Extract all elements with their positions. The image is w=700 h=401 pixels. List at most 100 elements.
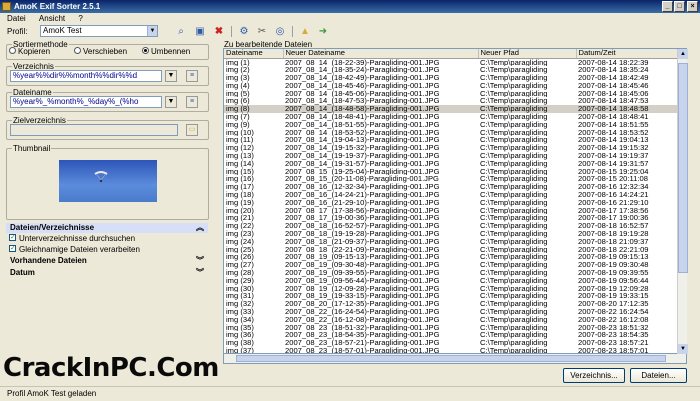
table-row[interactable]: img (29) 2007_08_19_(09-56-44)-Paraglidin…: [224, 277, 679, 285]
filename-dropdown-icon[interactable]: ▼: [165, 96, 177, 108]
folder-up-icon[interactable]: ▲: [298, 25, 312, 38]
vertical-scrollbar[interactable]: ▲ ▼: [677, 49, 688, 354]
table-row[interactable]: img (4) 2007_08_14_(18-45-46)-Paragliding…: [224, 82, 679, 90]
same-names-checkbox[interactable]: ✓ Gleichnamige Dateien verarbeiten: [9, 245, 140, 255]
table-row[interactable]: img (30) 2007_08_19_(12-09-28)-Paraglidin…: [224, 285, 679, 293]
directory-button[interactable]: Verzeichnis...: [563, 368, 625, 383]
table-row[interactable]: img (23) 2007_08_18_(19-19-28)-Paraglidin…: [224, 230, 679, 238]
settings-icon[interactable]: ⚙: [237, 25, 251, 38]
section-files-dirs[interactable]: Dateien/Verzeichnisse ︽: [6, 223, 208, 233]
radio-verschieben[interactable]: Verschieben: [74, 47, 127, 57]
table-cell: 2007_08_14_(18-53-52)-Paragliding-001.JP…: [285, 128, 440, 137]
radio-umbennen[interactable]: Umbennen: [142, 47, 190, 57]
table-cell: 2007_08_19_(19-33-15)-Paragliding-001.JP…: [285, 292, 440, 301]
section-date[interactable]: Datum ︾: [6, 268, 208, 278]
table-row[interactable]: img (12) 2007_08_14_(19-15-32)-Paraglidin…: [224, 144, 679, 152]
table-cell: 2007_08_14_(18-45-46)-Paragliding-001.JP…: [285, 81, 440, 90]
table-cell: img (27): [226, 261, 254, 270]
table-row[interactable]: img (1) 2007_08_14_(18-22-39)-Paragliding…: [224, 58, 679, 66]
table-row[interactable]: img (25) 2007_08_18_(22-21-09)-Paraglidin…: [224, 246, 679, 254]
close-button[interactable]: ×: [687, 1, 698, 12]
chevron-up-icon[interactable]: ︽: [196, 223, 204, 233]
directory-dropdown-icon[interactable]: ▼: [165, 70, 177, 82]
table-cell: 2007_08_14_(19-31-57)-Paragliding-001.JP…: [285, 159, 440, 168]
table-row[interactable]: img (18) 2007_08_16_(14-24-21)-Paraglidin…: [224, 191, 679, 199]
table-row[interactable]: img (20) 2007_08_17_(17-38-56)-Paraglidin…: [224, 207, 679, 215]
menu-help[interactable]: ?: [78, 14, 82, 23]
table-row[interactable]: img (31) 2007_08_19_(19-33-15)-Paraglidin…: [224, 292, 679, 300]
table-cell: img (31): [226, 292, 254, 301]
table-row[interactable]: img (13) 2007_08_14_(19-19-37)-Paraglidin…: [224, 152, 679, 160]
table-row[interactable]: img (26) 2007_08_19_(09-15-13)-Paraglidin…: [224, 253, 679, 261]
open-profile-icon[interactable]: ⌕: [174, 25, 188, 38]
profile-select[interactable]: AmoK Test ▼: [40, 25, 158, 37]
radio-kopieren[interactable]: Kopieren: [9, 47, 50, 57]
table-row[interactable]: img (36) 2007_08_23_(18-54-35)-Paraglidin…: [224, 331, 679, 339]
files-button[interactable]: Dateien...: [630, 368, 687, 383]
file-table: Dateiname Neuer Dateiname Neuer Pfad Dat…: [224, 49, 680, 354]
table-row[interactable]: img (17) 2007_08_16_(12-32-34)-Paraglidin…: [224, 183, 679, 191]
profile-label: Profil:: [7, 27, 28, 36]
table-row[interactable]: img (9) 2007_08_14_(18-51-55)-Paragliding…: [224, 121, 679, 129]
table-cell: 2007-08-19 09:30:48: [578, 261, 649, 270]
column-header-datum-zeit[interactable]: Datum/Zeit: [576, 49, 680, 59]
table-row[interactable]: img (33) 2007_08_22_(16-24-54)-Paraglidin…: [224, 308, 679, 316]
table-row[interactable]: img (8) 2007_08_14_(18-48-58)-Paragliding…: [224, 105, 679, 114]
table-cell: 2007-08-19 09:39:55: [578, 269, 649, 277]
tools-icon[interactable]: ✂: [255, 25, 269, 38]
menu-datei[interactable]: Datei: [7, 14, 26, 23]
scroll-down-icon[interactable]: ▼: [678, 344, 688, 354]
scrollbar-thumb[interactable]: [678, 63, 688, 273]
chevron-down-icon[interactable]: ︾: [196, 256, 204, 266]
table-row[interactable]: img (24) 2007_08_18_(21-09-37)-Paraglidin…: [224, 238, 679, 246]
table-cell: 2007_08_23_(18-57-01)-Paragliding-001.JP…: [285, 346, 440, 354]
table-row[interactable]: img (35) 2007_08_23_(18-51-32)-Paraglidin…: [224, 324, 679, 332]
section-existing-files[interactable]: Vorhandene Dateien ︾: [6, 256, 208, 266]
filename-tags-icon[interactable]: ≡: [186, 96, 198, 108]
chevron-down-icon[interactable]: ▼: [147, 26, 157, 36]
table-row[interactable]: img (2) 2007_08_14_(18-35-24)-Paragliding…: [224, 66, 679, 74]
table-row[interactable]: img (6) 2007_08_14_(18-47-53)-Paragliding…: [224, 97, 679, 105]
table-row[interactable]: img (27) 2007_08_19_(09-30-48)-Paraglidin…: [224, 261, 679, 269]
table-row[interactable]: img (22) 2007_08_18_(16-52-57)-Paraglidin…: [224, 222, 679, 230]
directory-tags-icon[interactable]: ≡: [186, 70, 198, 82]
maximize-button[interactable]: □: [674, 1, 685, 12]
scroll-up-icon[interactable]: ▲: [678, 49, 688, 59]
table-row[interactable]: img (16) 2007_08_15_(20-11-08)-Paraglidin…: [224, 175, 679, 183]
table-row[interactable]: img (38) 2007_08_23_(18-57-21)-Paraglidin…: [224, 339, 679, 347]
table-row[interactable]: img (19) 2007_08_16_(21-29-10)-Paraglidin…: [224, 199, 679, 207]
table-row[interactable]: img (28) 2007_08_19_(09-39-55)-Paraglidin…: [224, 269, 679, 277]
column-header-dateiname[interactable]: Dateiname: [224, 49, 284, 59]
globe-icon[interactable]: ◎: [273, 25, 287, 38]
table-row[interactable]: img (11) 2007_08_14_(19-04-13)-Paraglidin…: [224, 136, 679, 144]
column-header-neuer-dateiname[interactable]: Neuer Dateiname: [283, 49, 479, 59]
table-cell: 2007-08-14 18:35:24: [578, 66, 649, 75]
table-row[interactable]: img (3) 2007_08_14_(18-42-49)-Paragliding…: [224, 74, 679, 82]
delete-icon[interactable]: ✖: [212, 25, 226, 38]
table-row[interactable]: img (32) 2007_08_20_(17-12-35)-Paraglidin…: [224, 300, 679, 308]
table-row[interactable]: img (34) 2007_08_22_(16-12-08)-Paraglidin…: [224, 316, 679, 324]
target-input[interactable]: [10, 124, 178, 136]
directory-input[interactable]: %year%%dir%%month%%dir%%d: [10, 70, 162, 82]
table-cell: C:\Temp\paragliding: [480, 269, 548, 277]
file-list[interactable]: Dateiname Neuer Dateiname Neuer Pfad Dat…: [223, 48, 687, 354]
table-row[interactable]: img (5) 2007_08_14_(18-45-06)-Paragliding…: [224, 90, 679, 98]
browse-folder-icon[interactable]: ▭: [186, 124, 198, 136]
table-row[interactable]: img (21) 2007_08_17_(19-00-36)-Paraglidin…: [224, 214, 679, 222]
table-row[interactable]: img (15) 2007_08_15_(19-25-04)-Paraglidin…: [224, 168, 679, 176]
table-row[interactable]: img (14) 2007_08_14_(19-31-57)-Paraglidin…: [224, 160, 679, 168]
filename-input[interactable]: %year%_%month%_%day%_(%ho: [10, 96, 162, 108]
minimize-button[interactable]: _: [662, 1, 673, 12]
column-header-neuer-pfad[interactable]: Neuer Pfad: [478, 49, 577, 59]
table-row[interactable]: img (10) 2007_08_14_(18-53-52)-Paraglidin…: [224, 129, 679, 137]
hscrollbar-thumb[interactable]: [236, 355, 666, 362]
include-subdirs-checkbox[interactable]: ✓ Unterverzeichnisse durchsuchen: [9, 234, 135, 244]
menu-ansicht[interactable]: Ansicht: [39, 14, 65, 23]
table-row[interactable]: img (7) 2007_08_14_(18-48-41)-Paragliding…: [224, 113, 679, 121]
table-cell: 2007-08-14 18:45:06: [578, 89, 649, 98]
export-icon[interactable]: ➜: [316, 25, 330, 38]
chevron-down-icon[interactable]: ︾: [196, 268, 204, 278]
save-icon[interactable]: ▣: [193, 25, 207, 38]
table-cell: 2007-08-20 17:12:35: [578, 300, 649, 308]
table-cell: C:\Temp\paragliding: [480, 261, 548, 270]
